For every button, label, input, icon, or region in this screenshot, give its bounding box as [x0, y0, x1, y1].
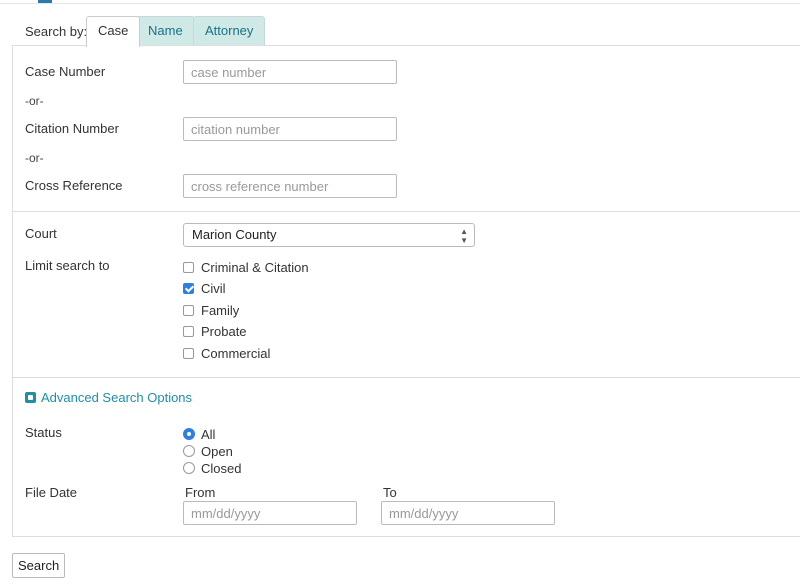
checkbox-label: Criminal & Citation: [201, 259, 309, 275]
limit-option-civil[interactable]: Civil: [183, 279, 226, 297]
limit-option-probate[interactable]: Probate: [183, 322, 247, 340]
from-date-input[interactable]: [183, 501, 357, 525]
radio[interactable]: [183, 445, 195, 457]
court-select-value: Marion County: [192, 227, 277, 242]
checkbox-label: Family: [201, 302, 240, 318]
search-panel: Case Number -or- Citation Number -or- Cr…: [12, 45, 800, 537]
search-by-label: Search by:: [25, 24, 88, 39]
case-number-label: Case Number: [25, 64, 106, 79]
top-accent: [38, 0, 52, 3]
citation-number-input[interactable]: [183, 117, 397, 141]
limit-option-family[interactable]: Family: [183, 301, 239, 319]
tab-attorney[interactable]: Attorney: [193, 16, 266, 46]
collapse-square-icon: [25, 392, 36, 403]
radio-label: Open: [201, 443, 233, 459]
or-separator: -or-: [25, 151, 44, 165]
limit-option-criminal-citation[interactable]: Criminal & Citation: [183, 258, 309, 276]
court-select[interactable]: Marion County ▲ ▼: [183, 223, 475, 247]
court-label: Court: [25, 226, 57, 241]
status-option-closed[interactable]: Closed: [183, 459, 241, 477]
checkbox-label: Probate: [201, 323, 247, 339]
to-label: To: [383, 485, 397, 500]
status-label: Status: [25, 425, 62, 440]
from-label: From: [185, 485, 216, 500]
checkbox-checked[interactable]: [183, 282, 194, 294]
advanced-search-label: Advanced Search Options: [41, 390, 193, 405]
checkbox[interactable]: [183, 325, 194, 337]
tab-case[interactable]: Case: [86, 16, 141, 47]
checkbox[interactable]: [183, 304, 194, 316]
radio-label: Closed: [201, 460, 242, 476]
radio-label: All: [201, 426, 216, 442]
search-by-tabs: Search by: Case Name Attorney: [12, 16, 800, 47]
cross-reference-label: Cross Reference: [25, 178, 123, 193]
section-divider: [13, 377, 800, 378]
advanced-search-toggle[interactable]: Advanced Search Options: [25, 390, 192, 405]
search-button[interactable]: Search: [12, 553, 66, 578]
case-number-input[interactable]: [183, 60, 397, 84]
section-divider: [13, 211, 800, 212]
citation-number-label: Citation Number: [25, 121, 119, 136]
status-option-open[interactable]: Open: [183, 442, 233, 460]
checkbox-label: Commercial: [201, 345, 271, 361]
radio[interactable]: [183, 462, 195, 474]
cross-reference-input[interactable]: [183, 174, 397, 198]
checkbox[interactable]: [183, 347, 194, 359]
select-arrows-icon: ▲ ▼: [460, 227, 468, 245]
tab-name[interactable]: Name: [136, 16, 195, 46]
limit-search-label: Limit search to: [25, 258, 110, 273]
top-divider: [0, 0, 800, 4]
radio-selected[interactable]: [183, 428, 195, 440]
limit-option-commercial[interactable]: Commercial: [183, 344, 270, 362]
checkbox[interactable]: [183, 261, 194, 273]
or-separator: -or-: [25, 94, 44, 108]
checkbox-label: Civil: [201, 280, 226, 296]
to-date-input[interactable]: [381, 501, 555, 525]
status-option-all[interactable]: All: [183, 425, 215, 443]
file-date-label: File Date: [25, 485, 78, 500]
